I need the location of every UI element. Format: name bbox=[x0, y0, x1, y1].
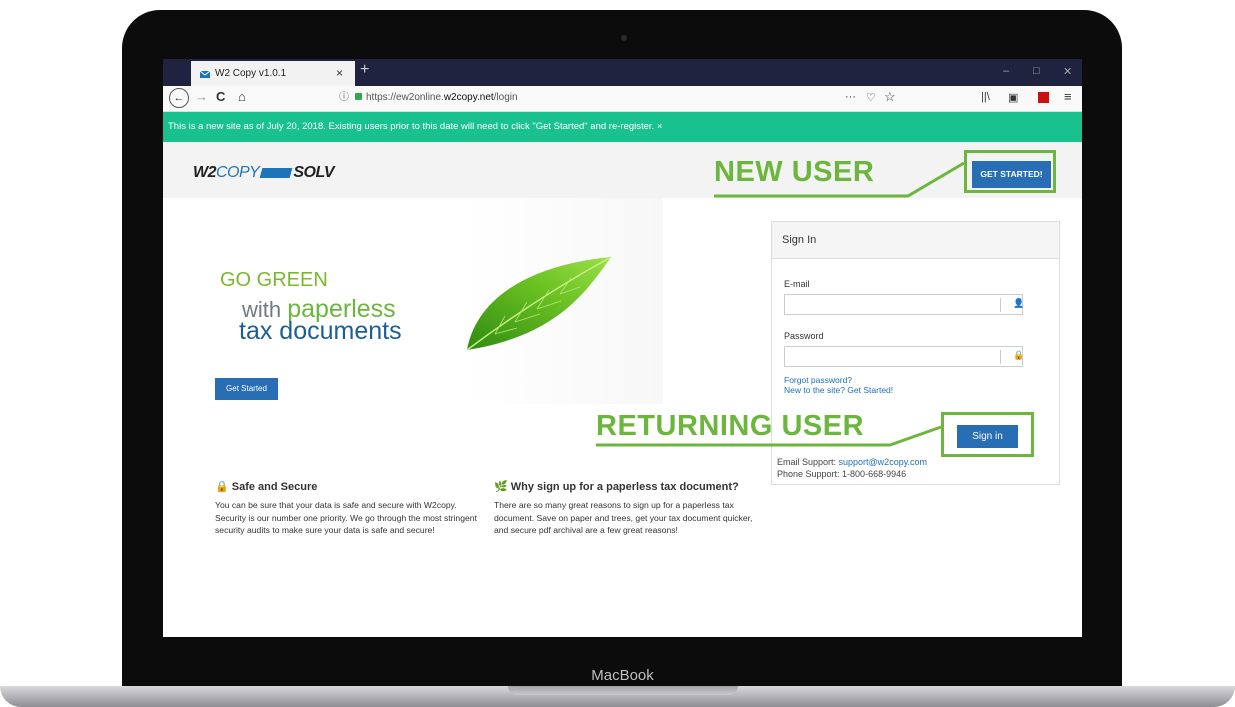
hero-get-started-button[interactable]: Get Started bbox=[215, 378, 278, 400]
laptop-notch bbox=[508, 686, 738, 695]
browser-screen: W2 Copy v1.0.1 × + – □ ✕ ← → C ⌂ ⓘ https:… bbox=[163, 59, 1082, 637]
get-started-header-button[interactable]: GET STARTED! bbox=[972, 161, 1051, 188]
url-prefix: https://ew2online. bbox=[366, 92, 444, 103]
password-addon-divider bbox=[1000, 350, 1001, 364]
returning-user-arrow bbox=[596, 425, 942, 447]
page-actions-icon[interactable]: ··· bbox=[845, 91, 856, 103]
tab-w2copy[interactable]: W2 Copy v1.0.1 × bbox=[191, 61, 355, 86]
macbook-label: MacBook bbox=[591, 667, 654, 684]
tab-title: W2 Copy v1.0.1 bbox=[215, 68, 287, 79]
email-addon-divider bbox=[1000, 298, 1001, 312]
tab-close-icon[interactable]: × bbox=[336, 66, 343, 80]
email-label: E-mail bbox=[784, 279, 810, 289]
leaf-icon bbox=[466, 256, 612, 351]
phone-support: Phone Support: 1-800-668-9946 bbox=[777, 469, 907, 479]
forward-button[interactable]: → bbox=[195, 89, 208, 104]
camera bbox=[621, 35, 627, 41]
url-path: /login bbox=[493, 92, 518, 103]
reload-button[interactable]: C bbox=[216, 89, 225, 104]
envelope-icon bbox=[200, 70, 211, 78]
w2copy-solv-logo[interactable]: W2COPY SOLV bbox=[193, 164, 335, 182]
why-signup-heading: 🌿 Why sign up for a paperless tax docume… bbox=[494, 481, 739, 493]
tab-bar: W2 Copy v1.0.1 × + – □ ✕ bbox=[163, 59, 1082, 86]
notice-banner[interactable]: This is a new site as of July 20, 2018. … bbox=[163, 112, 1082, 142]
new-user-arrow bbox=[714, 161, 965, 198]
sign-in-button[interactable]: Sign in bbox=[957, 425, 1018, 448]
menu-icon[interactable]: ≡ bbox=[1064, 89, 1072, 104]
lock-icon: 🔒 bbox=[215, 481, 229, 493]
leaf-small-icon: 🌿 bbox=[494, 481, 508, 493]
pocket-icon[interactable]: ♡ bbox=[866, 91, 876, 104]
pdf-extension-icon[interactable] bbox=[1038, 92, 1049, 103]
email-support: Email Support: support@w2copy.com bbox=[777, 457, 928, 467]
url-bar[interactable]: ⓘ https://ew2online.w2copy.net/login bbox=[339, 89, 869, 106]
user-icon: 👤 bbox=[1013, 298, 1025, 308]
sign-in-title: Sign In bbox=[772, 222, 1059, 259]
lock-icon bbox=[355, 93, 362, 100]
sidebar-icon[interactable]: ▣ bbox=[1008, 91, 1018, 104]
maximize-button[interactable]: □ bbox=[1033, 65, 1040, 77]
url-domain: w2copy.net bbox=[443, 92, 494, 103]
hero-line-go-green: GO GREEN bbox=[220, 269, 328, 291]
hero-line-tax-documents: tax documents bbox=[239, 317, 402, 345]
password-label: Password bbox=[784, 331, 824, 341]
new-to-site-link[interactable]: New to the site? Get Started! bbox=[784, 385, 893, 395]
safe-secure-text: You can be sure that your data is safe a… bbox=[215, 500, 477, 535]
home-button[interactable]: ⌂ bbox=[238, 89, 246, 104]
support-email-link[interactable]: support@w2copy.com bbox=[839, 457, 928, 467]
bookmark-star-icon[interactable]: ☆ bbox=[884, 89, 896, 105]
close-window-button[interactable]: ✕ bbox=[1063, 65, 1072, 78]
lock-field-icon: 🔒 bbox=[1013, 350, 1025, 360]
nav-bar: ← → C ⌂ ⓘ https://ew2online.w2copy.net/lo… bbox=[163, 86, 1082, 112]
why-signup-text: There are so many great reasons to sign … bbox=[494, 500, 753, 535]
password-field[interactable]: 🔒 bbox=[784, 346, 1025, 367]
forgot-password-link[interactable]: Forgot password? bbox=[784, 375, 852, 385]
minimize-button[interactable]: – bbox=[1003, 65, 1009, 77]
back-button[interactable]: ← bbox=[169, 88, 189, 108]
safe-secure-heading: 🔒 Safe and Secure bbox=[215, 481, 318, 493]
library-icon[interactable]: ||\ bbox=[981, 91, 990, 103]
info-icon: ⓘ bbox=[339, 92, 349, 103]
new-tab-button[interactable]: + bbox=[360, 61, 369, 79]
envelope-logo-icon bbox=[260, 167, 293, 178]
email-field[interactable]: 👤 bbox=[784, 294, 1025, 315]
